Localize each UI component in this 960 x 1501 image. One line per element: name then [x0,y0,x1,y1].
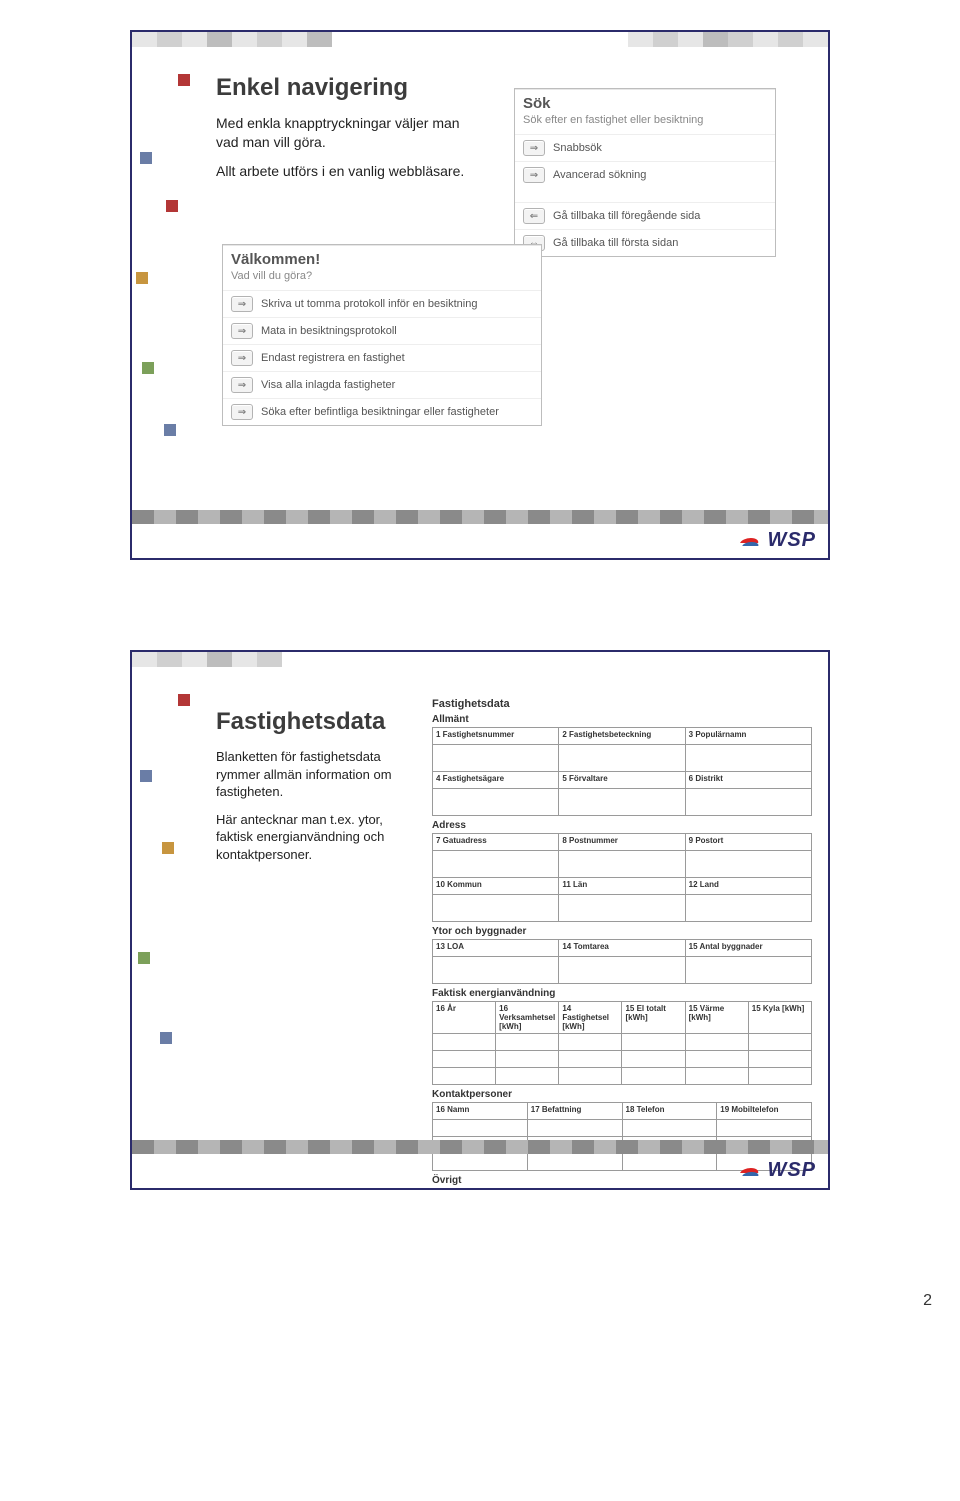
slide2-p1: Blanketten för fastighetsdata rymmer all… [216,748,416,801]
nav-home-item[interactable]: ⇔ Gå tillbaka till första sidan [515,229,775,256]
arrow-right-icon: ⇒ [523,140,545,156]
bottom-decoration [132,510,828,524]
logo-text: WSP [767,529,816,552]
left-decoration [132,32,192,558]
logo-swoosh-icon [741,1164,761,1178]
search-item[interactable]: ⇒ Avancerad sökning [515,161,775,188]
arrow-right-icon: ⇒ [523,167,545,183]
nav-home-label: Gå tillbaka till första sidan [553,237,678,249]
search-item-label: Snabbsök [553,142,602,154]
nav-back-label: Gå tillbaka till föregående sida [553,210,700,222]
welcome-item-label: Endast registrera en fastighet [261,352,405,364]
page-number: 2 [923,1292,932,1310]
arrow-right-icon: ⇒ [231,404,253,420]
energi-table: 16 År 16 Verksamhetsel [kWh] 14 Fastighe… [432,1001,812,1085]
allmant-table: 1 Fastighetsnummer2 Fastighetsbeteckning… [432,727,812,816]
top-decoration [132,652,828,682]
slide-1: Enkel navigering Med enkla knapptrycknin… [130,30,830,560]
section-adress: Adress [432,820,812,831]
arrow-right-icon: ⇒ [231,296,253,312]
welcome-sub: Vad vill du göra? [231,270,533,282]
welcome-item-label: Mata in besiktningsprotokoll [261,325,397,337]
welcome-item[interactable]: ⇒ Endast registrera en fastighet [223,344,541,371]
logo-swoosh-icon [741,534,761,548]
logo: WSP [741,529,816,552]
welcome-item-label: Skriva ut tomma protokoll inför en besik… [261,298,477,310]
nav-back-item[interactable]: ⇐ Gå tillbaka till föregående sida [515,202,775,229]
slide2-p2: Här antecknar man t.ex. ytor, faktisk en… [216,811,416,864]
section-allmant: Allmänt [432,714,812,725]
form-screenshot: Fastighetsdata Allmänt 1 Fastighetsnumme… [432,692,812,1190]
left-decoration [132,652,192,1188]
form-heading: Fastighetsdata [432,698,812,710]
search-item-label: Avancerad sökning [553,169,646,181]
search-panel: Sök Sök efter en fastighet eller besiktn… [514,88,776,257]
section-kontakt: Kontaktpersoner [432,1089,812,1100]
welcome-item-label: Visa alla inlagda fastigheter [261,379,395,391]
search-heading: Sök [523,95,767,112]
ovrigt-table: 20 Kommentar [432,1188,812,1190]
section-energi: Faktisk energianvändning [432,988,812,999]
arrow-right-icon: ⇒ [231,377,253,393]
welcome-item[interactable]: ⇒ Visa alla inlagda fastigheter [223,371,541,398]
adress-table: 7 Gatuadress8 Postnummer9 Postort 10 Kom… [432,833,812,922]
section-ytor: Ytor och byggnader [432,926,812,937]
welcome-item-label: Söka efter befintliga besiktningar eller… [261,406,499,418]
welcome-panel: Välkommen! Vad vill du göra? ⇒ Skriva ut … [222,244,542,426]
logo: WSP [741,1159,816,1182]
arrow-left-icon: ⇐ [523,208,545,224]
intro-line-2: Allt arbete utförs i en vanlig webbläsar… [216,162,476,181]
slide-2: Fastighetsdata Blanketten för fastighets… [130,650,830,1190]
ytor-table: 13 LOA14 Tomtarea15 Antal byggnader [432,939,812,984]
search-item[interactable]: ⇒ Snabbsök [515,134,775,161]
search-sub: Sök efter en fastighet eller besiktning [523,114,767,126]
bottom-decoration [132,1140,828,1154]
arrow-right-icon: ⇒ [231,350,253,366]
welcome-item[interactable]: ⇒ Söka efter befintliga besiktningar elle… [223,398,541,425]
intro-line-1: Med enkla knapptryckningar väljer man va… [216,114,476,152]
logo-text: WSP [767,1159,816,1182]
welcome-item[interactable]: ⇒ Skriva ut tomma protokoll inför en besi… [223,290,541,317]
top-decoration [132,32,828,62]
arrow-right-icon: ⇒ [231,323,253,339]
welcome-item[interactable]: ⇒ Mata in besiktningsprotokoll [223,317,541,344]
welcome-heading: Välkommen! [231,251,533,268]
